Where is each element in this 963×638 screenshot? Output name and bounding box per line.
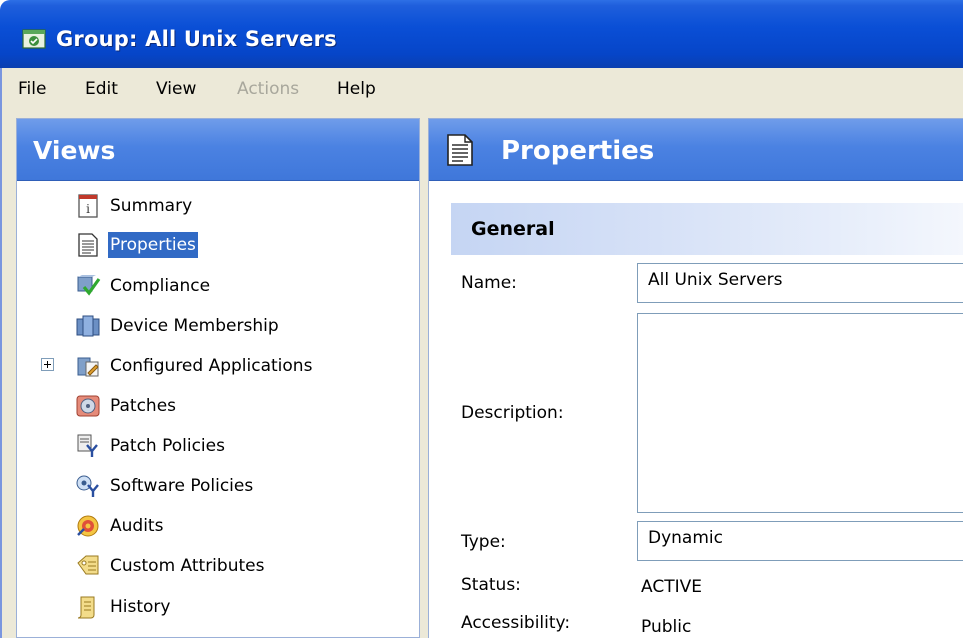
name-field[interactable]: All Unix Servers <box>637 263 963 303</box>
accessibility-label: Accessibility: <box>461 613 571 633</box>
custom-attributes-icon <box>77 555 99 575</box>
description-field[interactable] <box>637 313 963 513</box>
view-item-history[interactable]: History <box>75 589 172 625</box>
view-item-label: Summary <box>110 196 193 216</box>
menu-actions[interactable]: Actions <box>237 79 299 99</box>
title-bar[interactable]: Group: All Unix Servers <box>0 0 963 68</box>
patch-policies-icon <box>77 434 98 457</box>
view-item-custom-attributes[interactable]: Custom Attributes <box>75 548 266 584</box>
name-label: Name: <box>461 273 517 293</box>
patches-icon <box>76 395 100 417</box>
view-item-properties[interactable]: Properties <box>75 227 198 263</box>
view-item-audits[interactable]: Audits <box>75 508 165 544</box>
view-item-patches[interactable]: Patches <box>75 388 178 424</box>
status-label: Status: <box>461 575 521 595</box>
view-item-configured-applications[interactable]: Configured Applications <box>75 348 314 384</box>
view-item-label: Properties <box>108 232 198 258</box>
properties-header-title: Properties <box>501 136 655 166</box>
view-item-patch-policies[interactable]: Patch Policies <box>75 428 227 464</box>
svg-text:i: i <box>86 202 90 216</box>
views-tree: i Summary Properties Compliance Device M… <box>17 181 419 637</box>
views-header-title: Views <box>33 136 116 165</box>
view-item-label: Patch Policies <box>110 436 225 456</box>
properties-icon <box>78 233 98 257</box>
properties-panel: Properties General Name: All Unix Server… <box>428 118 963 638</box>
view-item-compliance[interactable]: Compliance <box>75 268 212 304</box>
view-item-summary[interactable]: i Summary <box>75 188 194 224</box>
view-item-software-policies[interactable]: Software Policies <box>75 468 255 504</box>
device-membership-icon <box>76 315 100 337</box>
properties-icon <box>447 134 473 166</box>
view-item-device-membership[interactable]: Device Membership <box>75 308 281 344</box>
status-value: ACTIVE <box>641 577 702 597</box>
view-item-label: Software Policies <box>110 476 254 496</box>
menu-bar: File Edit View Actions Help <box>0 68 963 112</box>
configured-applications-icon <box>77 357 99 377</box>
summary-icon: i <box>78 194 98 218</box>
properties-header: Properties <box>429 119 963 181</box>
menu-file[interactable]: File <box>18 79 46 99</box>
view-item-label: Custom Attributes <box>110 556 265 576</box>
expand-toggle[interactable] <box>41 358 54 371</box>
section-general: General <box>451 203 963 255</box>
section-title: General <box>471 218 555 240</box>
view-item-label: Configured Applications <box>110 356 313 376</box>
group-window-icon <box>22 29 46 49</box>
description-label: Description: <box>461 403 564 423</box>
accessibility-value: Public <box>641 617 692 637</box>
views-header: Views <box>17 119 419 181</box>
view-item-label: Device Membership <box>110 316 279 336</box>
views-panel: Views i Summary Properties Compliance De… <box>16 118 420 638</box>
menu-view[interactable]: View <box>156 79 196 99</box>
menu-help[interactable]: Help <box>337 79 376 99</box>
window-title: Group: All Unix Servers <box>56 27 337 51</box>
view-item-label: Audits <box>110 516 164 536</box>
view-item-label: Compliance <box>110 276 211 296</box>
software-policies-icon <box>76 475 99 497</box>
type-field[interactable]: Dynamic <box>637 521 963 561</box>
view-item-label: History <box>110 597 171 617</box>
audits-icon <box>77 515 99 537</box>
menu-edit[interactable]: Edit <box>85 79 118 99</box>
history-icon <box>77 596 95 619</box>
type-label: Type: <box>461 532 506 552</box>
view-item-label: Patches <box>110 396 177 416</box>
compliance-icon <box>77 275 101 296</box>
